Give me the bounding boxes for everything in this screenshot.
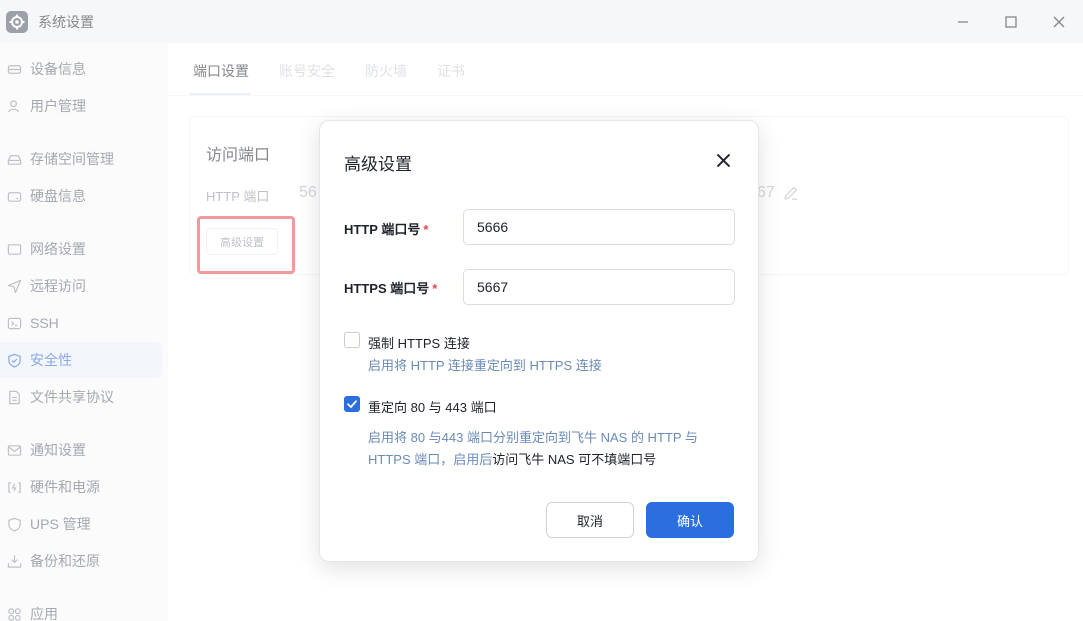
- checkmark-icon: [347, 400, 357, 408]
- redirect-ports-checkbox[interactable]: [344, 396, 360, 412]
- force-https-hint: 启用将 HTTP 连接重定向到 HTTPS 连接: [368, 358, 602, 373]
- redirect-hint-part2: 访问飞牛 NAS 可不填端口号: [492, 452, 657, 467]
- https-port-input[interactable]: [463, 269, 735, 305]
- dialog-close-button[interactable]: [714, 151, 732, 169]
- required-mark: *: [432, 281, 438, 296]
- redirect-ports-label: 重定向 80 与 443 端口: [368, 400, 497, 415]
- force-https-label: 强制 HTTPS 连接: [368, 336, 470, 351]
- close-icon: [716, 153, 730, 167]
- redirect-ports-hint: 启用将 80 与443 端口分别重定向到飞牛 NAS 的 HTTP 与 HTTP…: [368, 427, 728, 471]
- https-port-field-label: HTTPS 端口号 *: [344, 278, 437, 297]
- required-mark: *: [423, 222, 429, 237]
- http-port-input[interactable]: [463, 209, 735, 245]
- force-https-checkbox[interactable]: [344, 332, 360, 348]
- advanced-settings-dialog: 高级设置 HTTP 端口号* HTTPS 端口号* 强制 HTTPS 连接 启用…: [319, 120, 759, 562]
- dialog-title: 高级设置: [344, 155, 412, 174]
- http-port-label-text: HTTP 端口号: [344, 222, 421, 237]
- confirm-button[interactable]: 确认: [646, 502, 734, 538]
- cancel-button[interactable]: 取消: [546, 502, 634, 538]
- http-port-field-label: HTTP 端口号 *: [344, 219, 428, 238]
- https-port-label-text: HTTPS 端口号: [344, 281, 430, 296]
